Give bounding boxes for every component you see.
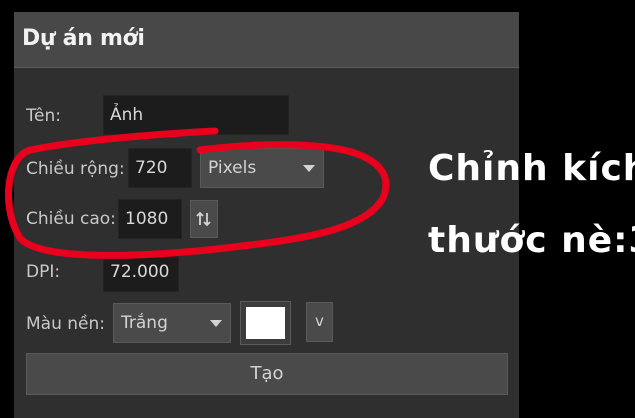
dpi-input[interactable]: 72.000 — [103, 252, 179, 292]
dialog-titlebar: Dự án mới — [14, 12, 519, 68]
name-label: Tên: — [26, 106, 61, 126]
chevron-down-icon — [303, 165, 315, 172]
color-swatch — [246, 307, 285, 339]
background-dropdown-value: Trắng — [121, 313, 168, 333]
swap-dimensions-button[interactable] — [190, 200, 218, 238]
dialog-title: Dự án mới — [22, 26, 145, 51]
chevron-down-icon — [210, 320, 222, 327]
annotation-line-1: Chỉnh kích — [428, 148, 635, 189]
dpi-label: DPI: — [26, 262, 61, 282]
unit-dropdown[interactable]: Pixels — [200, 148, 324, 188]
width-label: Chiều rộng: — [26, 159, 125, 179]
new-project-dialog: Dự án mới Tên: Ảnh Chiều rộng: 720 Pixel… — [14, 12, 519, 418]
name-input[interactable]: Ảnh — [103, 95, 289, 135]
annotation-line-2: thước nè:3 — [428, 220, 635, 261]
swap-vertical-icon — [196, 211, 211, 227]
height-label: Chiều cao: — [26, 209, 116, 229]
background-color-button[interactable] — [240, 301, 291, 345]
background-dropdown[interactable]: Trắng — [113, 303, 231, 343]
more-options-button[interactable]: v — [306, 302, 333, 342]
height-input[interactable]: 1080 — [118, 199, 182, 239]
width-input[interactable]: 720 — [128, 148, 192, 188]
background-label: Màu nền: — [26, 314, 105, 334]
unit-dropdown-value: Pixels — [208, 158, 257, 178]
create-button[interactable]: Tạo — [26, 353, 508, 395]
